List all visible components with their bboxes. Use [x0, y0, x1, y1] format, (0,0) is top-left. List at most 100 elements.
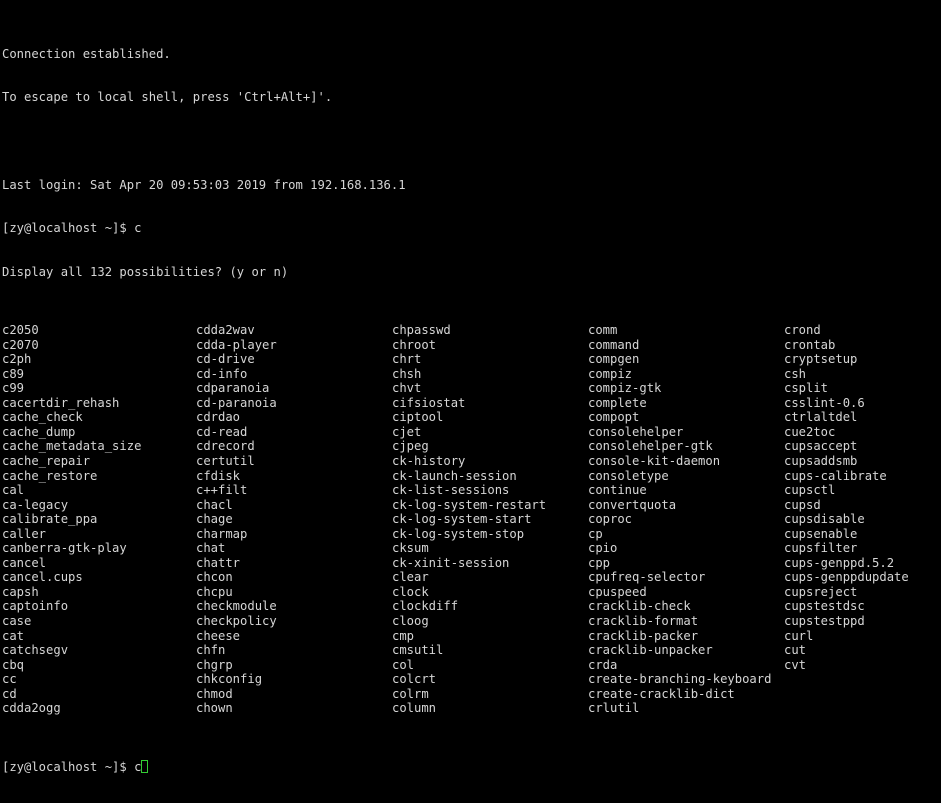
completion-item: ck-xinit-session [392, 555, 510, 570]
completion-item: cache_check [2, 410, 83, 425]
completion-item: compopt [588, 410, 640, 425]
completion-item: chown [196, 701, 233, 716]
completion-item: cd-read [196, 424, 248, 439]
completion-item: cache_metadata_size [2, 439, 142, 454]
terminal-line-connection: Connection established. [2, 46, 171, 61]
completion-item: comm [588, 323, 618, 338]
completion-item: csplit [784, 381, 829, 396]
completion-item: cal [2, 483, 25, 498]
completion-item: continue [588, 483, 647, 498]
completion-item: crlutil [588, 701, 640, 716]
completion-item: cut [784, 643, 807, 658]
completion-item: cvt [784, 657, 807, 672]
completion-item: compgen [588, 352, 640, 367]
completion-item: cache_dump [2, 424, 76, 439]
completion-item: cfdisk [196, 468, 241, 483]
completion-item: cdda2wav [196, 323, 255, 338]
completion-item: consolehelper-gtk [588, 439, 713, 454]
completion-item: cc [2, 672, 17, 687]
completion-item: case [2, 613, 32, 628]
completion-item: chat [196, 541, 226, 556]
completion-item: cpio [588, 541, 618, 556]
completion-item: cp [588, 526, 603, 541]
completion-item: ck-log-system-stop [392, 526, 525, 541]
completion-item: chage [196, 512, 233, 527]
completion-item: checkpolicy [196, 613, 277, 628]
completion-item: consoletype [588, 468, 669, 483]
completion-item: capsh [2, 584, 39, 599]
terminal-line-last-login: Last login: Sat Apr 20 09:53:03 2019 fro… [2, 177, 406, 192]
completion-item: ck-history [392, 453, 466, 468]
text-cursor [141, 759, 149, 773]
completion-item: console-kit-daemon [588, 453, 721, 468]
completion-item: create-branching-keyboard [588, 672, 772, 687]
completion-item: complete [588, 395, 647, 410]
completion-item: cd-drive [196, 352, 255, 367]
completion-item: ctrlaltdel [784, 410, 858, 425]
completion-item: cracklib-unpacker [588, 643, 713, 658]
completion-item: cupstestppd [784, 613, 865, 628]
completion-item: crda [588, 657, 618, 672]
command-input-text: c [134, 759, 142, 774]
completion-item: cd-paranoia [196, 395, 277, 410]
completion-item: cbq [2, 657, 25, 672]
completion-item: ck-launch-session [392, 468, 517, 483]
completion-item: colrm [392, 686, 429, 701]
completion-item: caller [2, 526, 47, 541]
completion-item: csh [784, 366, 807, 381]
completion-item: chvt [392, 381, 422, 396]
completion-item: cache_restore [2, 468, 98, 483]
completion-item: cpufreq-selector [588, 570, 706, 585]
completion-item: chpasswd [392, 323, 451, 338]
completion-item: cjpeg [392, 439, 429, 454]
completion-item: cracklib-format [588, 613, 699, 628]
completion-item: chcon [196, 570, 233, 585]
completion-item: ck-list-sessions [392, 483, 510, 498]
completion-item: cd [2, 686, 17, 701]
completion-item: cups-genppd.5.2 [784, 555, 895, 570]
completion-item: crontab [784, 337, 836, 352]
completion-item: cups-genppdupdate [784, 570, 909, 585]
completion-item: calibrate_ppa [2, 512, 98, 527]
terminal-window[interactable]: Connection established. To escape to loc… [0, 0, 941, 774]
completion-item: cupsctl [784, 483, 836, 498]
completion-item: cancel [2, 555, 47, 570]
terminal-line-display-all-prompt: Display all 132 possibilities? (y or n) [2, 264, 289, 279]
completion-item: cue2toc [784, 424, 836, 439]
completion-item: cache_repair [2, 453, 91, 468]
completion-item: cdda2ogg [2, 701, 61, 716]
completion-item: cpp [588, 555, 611, 570]
completion-item: c2ph [2, 352, 32, 367]
completion-item: cancel.cups [2, 570, 83, 585]
completion-item: compiz [588, 366, 633, 381]
completion-item: chmod [196, 686, 233, 701]
completion-item: coproc [588, 512, 633, 527]
completion-item: cupsdisable [784, 512, 865, 527]
completion-item: create-cracklib-dict [588, 686, 735, 701]
completion-item: c++filt [196, 483, 248, 498]
completion-item: chroot [392, 337, 437, 352]
completion-item: c89 [2, 366, 25, 381]
completion-item: c2050 [2, 323, 39, 338]
completion-item: csslint-0.6 [784, 395, 865, 410]
completion-item: certutil [196, 453, 255, 468]
completion-item: compiz-gtk [588, 381, 662, 396]
completion-item: clear [392, 570, 429, 585]
completion-item: cifsiostat [392, 395, 466, 410]
completion-column-3: chpasswd chroot chrt chsh chvt cifsiostat cipt… [392, 323, 546, 716]
active-prompt-line[interactable]: [zy@localhost ~]$ c [2, 759, 941, 775]
completion-item: cupsaddsmb [784, 453, 858, 468]
completion-item: c99 [2, 381, 25, 396]
completion-item: colcrt [392, 672, 437, 687]
completion-item: cd-info [196, 366, 248, 381]
completion-item: cupsaccept [784, 439, 858, 454]
completion-item: cupsenable [784, 526, 858, 541]
completion-item: chrt [392, 352, 422, 367]
completion-item: clock [392, 584, 429, 599]
completion-item: clockdiff [392, 599, 459, 614]
completion-candidates-grid: c2050 c2070 c2ph c89 c99 cacertdir_rehash cach… [2, 323, 941, 716]
terminal-line-prompt-input: [zy@localhost ~]$ c [2, 221, 142, 236]
completion-item: cmp [392, 628, 415, 643]
completion-item: cupsfilter [784, 541, 858, 556]
